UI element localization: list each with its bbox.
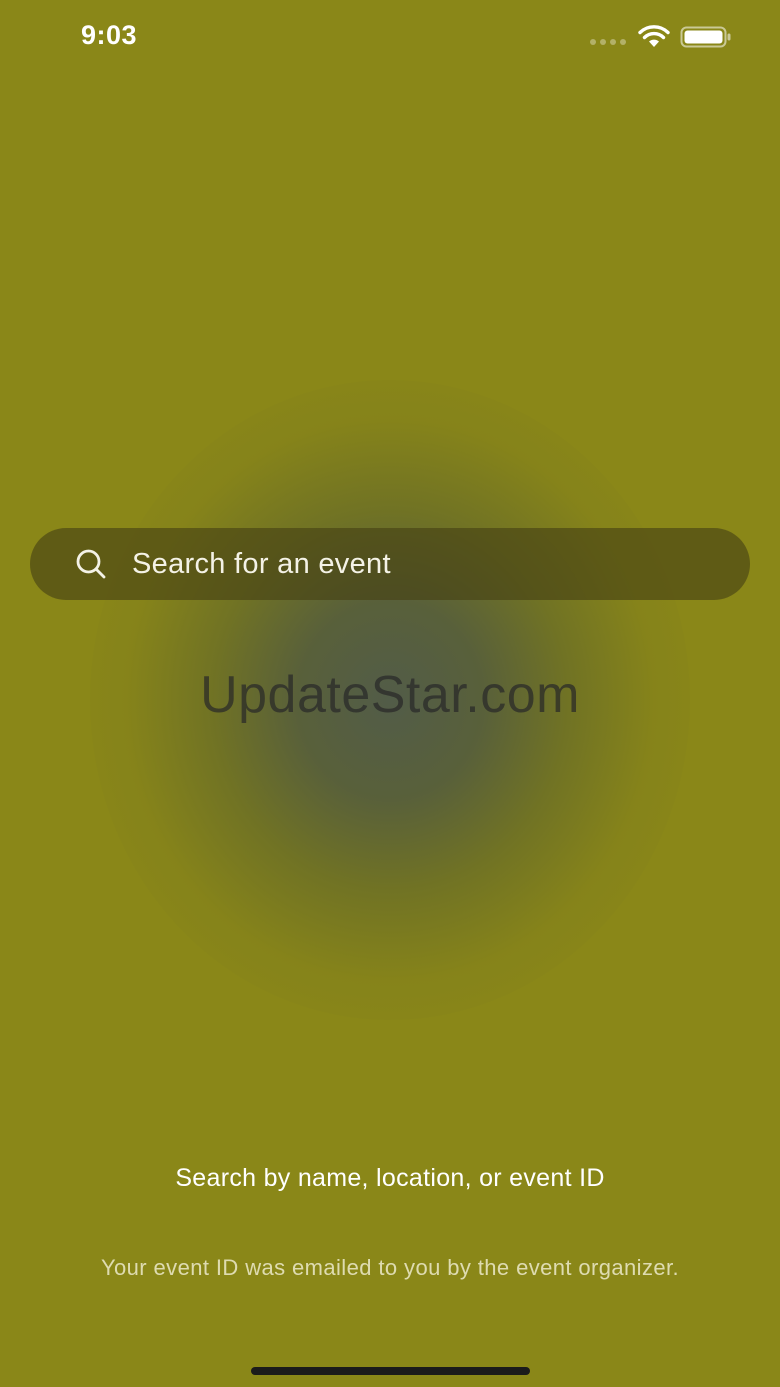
cellular-signal-icon <box>590 39 626 45</box>
wifi-icon <box>638 25 670 47</box>
search-icon <box>76 549 106 579</box>
status-time: 9:03 <box>81 20 138 50</box>
search-placeholder: Search for an event <box>132 547 391 580</box>
home-indicator[interactable] <box>251 1367 530 1375</box>
search-input[interactable]: Search for an event <box>30 528 750 600</box>
search-hint-subtitle: Your event ID was emailed to you by the … <box>100 1255 680 1280</box>
app-screen: 9:03 Search for an event UpdateStar.com … <box>0 0 780 1387</box>
battery-icon <box>680 26 731 48</box>
watermark-text: UpdateStar.com <box>200 666 580 724</box>
search-hint-title: Search by name, location, or event ID <box>175 1164 605 1192</box>
status-bar: 9:03 <box>0 0 780 76</box>
